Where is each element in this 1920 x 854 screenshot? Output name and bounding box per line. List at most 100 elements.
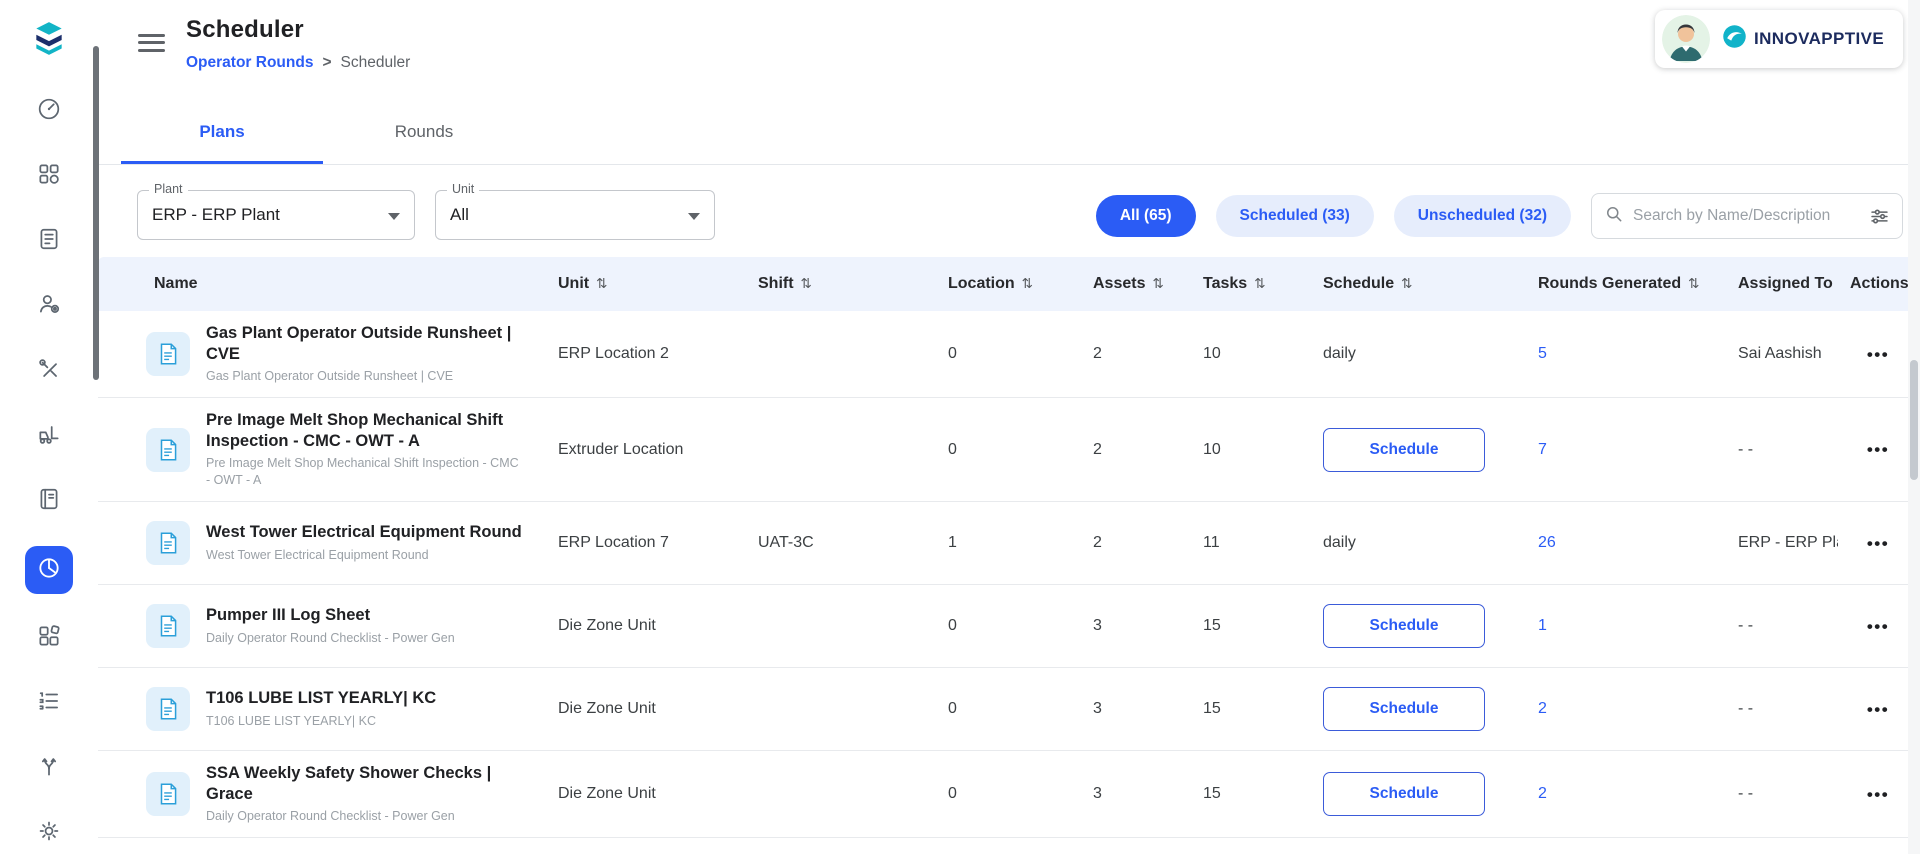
cell-schedule: daily [1311,345,1526,363]
filter-chip-scheduled[interactable]: Scheduled (33) [1216,195,1374,237]
topbar: Scheduler Operator Rounds > Scheduler IN… [98,0,1920,100]
row-actions-menu-icon[interactable]: ••• [1867,701,1889,718]
row-actions-menu-icon[interactable]: ••• [1867,618,1889,635]
plan-description: Gas Plant Operator Outside Runsheet | CV… [206,368,526,385]
cell-assets: 2 [1081,534,1191,552]
col-location[interactable]: Location⇅ [936,275,1081,293]
plan-name[interactable]: T106 LUBE LIST YEARLY| KC [206,688,436,709]
schedule-button[interactable]: Schedule [1323,772,1485,816]
schedule-frequency: daily [1323,534,1356,551]
col-assets[interactable]: Assets⇅ [1081,275,1191,293]
sidebar-item-scheduler[interactable] [25,546,73,594]
sidebar-scrollbar-thumb[interactable] [93,46,99,380]
schedule-button[interactable]: Schedule [1323,428,1485,472]
user-avatar[interactable] [1662,15,1710,63]
rounds-generated-link[interactable]: 26 [1538,534,1556,551]
sidebar-item-workflow[interactable] [26,748,72,789]
col-schedule[interactable]: Schedule⇅ [1311,275,1526,293]
search-icon [1604,204,1624,229]
filter-chip-unscheduled[interactable]: Unscheduled (32) [1394,195,1571,237]
cell-schedule: Schedule [1311,772,1526,816]
col-tasks[interactable]: Tasks⇅ [1191,275,1311,293]
breadcrumb-parent-link[interactable]: Operator Rounds [186,54,313,72]
tab-rounds[interactable]: Rounds [323,100,525,164]
sidebar-item-settings[interactable] [26,813,72,854]
sidebar-item-user-management[interactable] [26,286,72,327]
sidebar-item-widgets[interactable] [26,618,72,659]
plan-name[interactable]: Pumper III Log Sheet [206,605,455,626]
sidebar [0,0,98,854]
brand: INNOVAPPTIVE [1721,23,1884,55]
cell-assigned-to: - - [1726,785,1838,803]
unit-select[interactable]: Unit All [435,190,715,240]
page-title: Scheduler [186,16,304,44]
plan-name[interactable]: West Tower Electrical Equipment Round [206,522,522,543]
search-input[interactable] [1633,207,1860,225]
sidebar-item-task-list[interactable] [26,683,72,724]
row-actions-menu-icon[interactable]: ••• [1867,535,1889,552]
rounds-generated-link[interactable]: 2 [1538,785,1547,802]
apps-gear-icon [36,161,62,192]
row-actions-menu-icon[interactable]: ••• [1867,786,1889,803]
row-actions-menu-icon[interactable]: ••• [1867,346,1889,363]
filter-chip-all[interactable]: All (65) [1096,195,1196,237]
rounds-generated-link[interactable]: 5 [1538,345,1547,362]
tab-bar: Plans Rounds [98,100,1920,165]
rounds-generated-link[interactable]: 7 [1538,441,1547,458]
cell-tasks: 10 [1191,441,1311,459]
cell-location: 0 [936,441,1081,459]
sidebar-item-dashboard[interactable] [26,91,72,132]
forklift-icon [36,421,62,452]
breadcrumb: Operator Rounds > Scheduler [186,54,410,72]
cell-shift: UAT-3C [746,534,936,552]
vertical-scrollbar-thumb[interactable] [1910,360,1918,480]
filter-bar: Plant ERP - ERP Plant Unit All All (65) … [98,165,1920,257]
cell-schedule: Schedule [1311,687,1526,731]
col-unit[interactable]: Unit⇅ [546,275,746,293]
table-row: Pumper III Log Sheet Daily Operator Roun… [98,585,1920,668]
cell-unit: Die Zone Unit [546,700,746,718]
table-row: West Tower Electrical Equipment Round We… [98,502,1920,585]
cell-assigned-to: Sai Aashish [1726,345,1838,363]
sidebar-nav [25,91,73,854]
schedule-button[interactable]: Schedule [1323,687,1485,731]
filter-tune-icon[interactable] [1869,206,1890,227]
col-name: Name [126,275,546,293]
plan-name[interactable]: Pre Image Melt Shop Mechanical Shift Ins… [206,410,526,451]
sidebar-item-apps[interactable] [26,156,72,197]
search-box [1591,193,1903,239]
rounds-generated-link[interactable]: 1 [1538,617,1547,634]
plant-select[interactable]: Plant ERP - ERP Plant [137,190,415,240]
sidebar-item-tools[interactable] [26,351,72,392]
document-icon [36,226,62,257]
plan-name[interactable]: Gas Plant Operator Outside Runsheet | CV… [206,323,526,364]
rounds-generated-link[interactable]: 2 [1538,700,1547,717]
menu-hamburger-icon[interactable] [138,29,165,56]
plan-description: West Tower Electrical Equipment Round [206,547,522,564]
cell-unit: Die Zone Unit [546,785,746,803]
sort-icon: ⇅ [1401,276,1412,292]
sort-icon: ⇅ [1022,276,1033,292]
sidebar-item-logistics[interactable] [26,416,72,457]
user-gear-icon [36,291,62,322]
plan-name[interactable]: SSA Weekly Safety Shower Checks | Grace [206,763,526,804]
cell-location: 0 [936,785,1081,803]
sidebar-item-round-templates[interactable] [26,221,72,262]
cell-schedule: Schedule [1311,604,1526,648]
col-shift[interactable]: Shift⇅ [746,275,936,293]
col-rounds-generated[interactable]: Rounds Generated⇅ [1526,275,1726,293]
plan-description: T106 LUBE LIST YEARLY| KC [206,713,436,730]
tab-plans[interactable]: Plans [121,100,323,164]
cell-unit: ERP Location 2 [546,345,746,363]
schedule-button[interactable]: Schedule [1323,604,1485,648]
book-icon [36,486,62,517]
sidebar-item-logbook[interactable] [26,481,72,522]
row-actions-menu-icon[interactable]: ••• [1867,441,1889,458]
plant-select-label: Plant [149,182,188,196]
table-row: T106 LUBE LIST YEARLY| KC T106 LUBE LIST… [98,668,1920,751]
numbered-list-icon [36,688,62,719]
app-logo-icon[interactable] [30,12,68,65]
widgets-icon [36,623,62,654]
route-split-icon [36,753,62,784]
sort-icon: ⇅ [1688,276,1699,292]
